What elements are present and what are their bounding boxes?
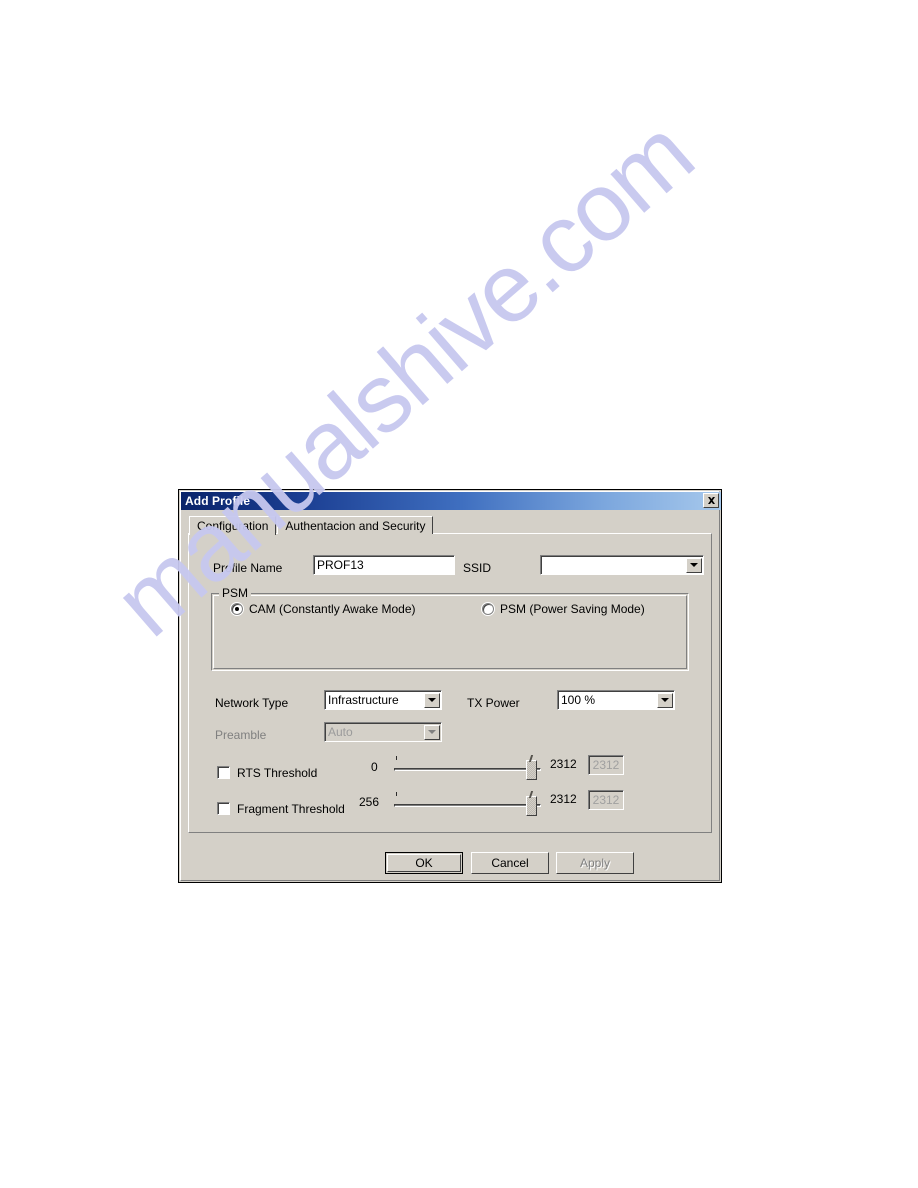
fragment-slider-thumb[interactable] <box>526 796 537 816</box>
rts-threshold-min: 0 <box>371 760 378 774</box>
tab-strip: Configuration Authentacion and Security <box>189 515 434 535</box>
rts-threshold-slider[interactable] <box>394 754 541 782</box>
tab-authentication-and-security-label: Authentacion and Security <box>285 518 426 533</box>
tx-power-combobox-value: 100 % <box>561 694 596 706</box>
psm-groupbox-title: PSM <box>219 587 252 599</box>
fragment-threshold-value: 2312 <box>588 790 624 810</box>
rts-threshold-checkbox[interactable]: RTS Threshold <box>217 766 317 779</box>
fragment-slider-tick <box>396 792 397 796</box>
profile-name-input[interactable]: PROF13 <box>313 555 455 575</box>
radio-psm-mark <box>482 603 494 615</box>
rts-threshold-value: 2312 <box>588 755 624 775</box>
profile-name-label: Profile Name <box>213 561 283 575</box>
radio-psm[interactable]: PSM (Power Saving Mode) <box>482 603 645 615</box>
rts-threshold-label: RTS Threshold <box>237 765 318 780</box>
radio-psm-label: PSM (Power Saving Mode) <box>500 602 645 616</box>
ok-button[interactable]: OK <box>385 852 463 874</box>
fragment-slider-track[interactable] <box>394 804 541 807</box>
preamble-combobox: Auto <box>324 722 442 742</box>
preamble-combobox-value: Auto <box>328 726 353 738</box>
network-type-combobox-value: Infrastructure <box>328 694 399 706</box>
cancel-button[interactable]: Cancel <box>471 852 549 874</box>
chevron-down-icon <box>424 724 440 740</box>
cancel-button-label: Cancel <box>491 856 529 870</box>
network-type-label: Network Type <box>215 696 289 710</box>
ssid-label: SSID <box>463 561 492 575</box>
rts-slider-track[interactable] <box>394 768 541 771</box>
rts-threshold-max: 2312 <box>550 757 577 771</box>
fragment-threshold-min: 256 <box>359 795 380 809</box>
fragment-threshold-checkbox-mark <box>217 802 230 815</box>
rts-threshold-checkbox-mark <box>217 766 230 779</box>
tab-authentication-and-security[interactable]: Authentacion and Security <box>277 516 434 534</box>
radio-cam-mark <box>231 603 243 615</box>
tab-configuration-label: Configuration <box>197 519 269 533</box>
dialog-title: Add Profile <box>185 494 251 508</box>
configuration-tab-panel: Profile Name PROF13 SSID PSM CAM (Consta… <box>188 533 712 833</box>
ssid-combobox[interactable] <box>540 555 704 575</box>
radio-cam[interactable]: CAM (Constantly Awake Mode) <box>231 603 416 615</box>
chevron-down-icon[interactable] <box>686 557 702 573</box>
radio-cam-label: CAM (Constantly Awake Mode) <box>249 602 416 616</box>
tx-power-label: TX Power <box>467 696 520 710</box>
add-profile-dialog: Add Profile Configuration Authentacion a… <box>178 489 722 883</box>
fragment-threshold-checkbox[interactable]: Fragment Threshold <box>217 802 345 815</box>
ok-button-label: OK <box>415 856 433 870</box>
tab-configuration[interactable]: Configuration <box>189 516 277 535</box>
tx-power-combobox[interactable]: 100 % <box>557 690 675 710</box>
rts-slider-tick <box>396 756 397 760</box>
preamble-label: Preamble <box>215 728 267 742</box>
fragment-threshold-label: Fragment Threshold <box>237 801 345 816</box>
chevron-down-icon[interactable] <box>424 692 440 708</box>
rts-slider-thumb[interactable] <box>526 760 537 780</box>
network-type-combobox[interactable]: Infrastructure <box>324 690 442 710</box>
dialog-titlebar[interactable]: Add Profile <box>181 492 721 510</box>
chevron-down-icon[interactable] <box>657 692 673 708</box>
apply-button-label: Apply <box>579 856 611 870</box>
fragment-threshold-slider[interactable] <box>394 790 541 818</box>
apply-button: Apply <box>556 852 634 874</box>
close-icon[interactable] <box>703 493 719 508</box>
fragment-threshold-max: 2312 <box>550 792 577 806</box>
